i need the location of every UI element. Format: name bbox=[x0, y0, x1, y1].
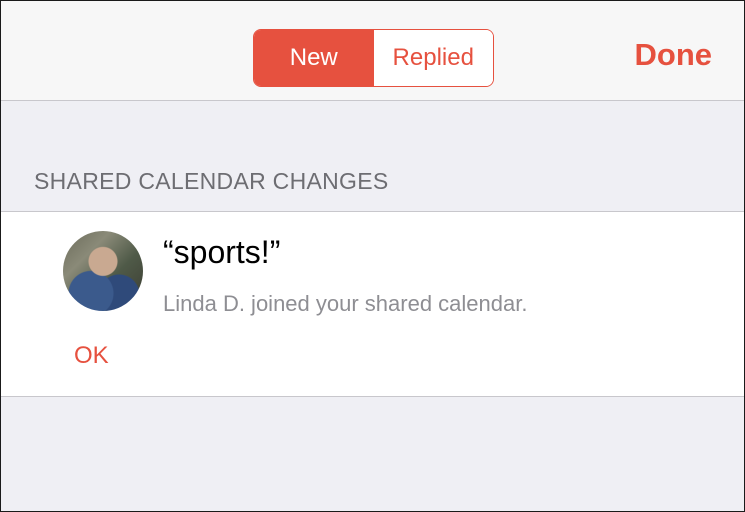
calendar-title: “sports!” bbox=[163, 234, 281, 270]
segment-new[interactable]: New bbox=[254, 30, 374, 86]
segment-replied[interactable]: Replied bbox=[373, 30, 493, 86]
section-header: SHARED CALENDAR CHANGES bbox=[34, 168, 389, 194]
ok-button[interactable]: OK bbox=[74, 342, 109, 370]
avatar bbox=[63, 231, 143, 311]
invitations-screen: New Replied Done SHARED CALENDAR CHANGES… bbox=[0, 0, 745, 512]
done-button[interactable]: Done bbox=[635, 37, 713, 73]
navigation-bar: New Replied Done bbox=[1, 1, 744, 101]
notification-message: Linda D. joined your shared calendar. bbox=[163, 291, 528, 316]
segmented-control: New Replied bbox=[253, 29, 494, 87]
notification-cell: “sports!” Linda D. joined your shared ca… bbox=[1, 211, 744, 397]
